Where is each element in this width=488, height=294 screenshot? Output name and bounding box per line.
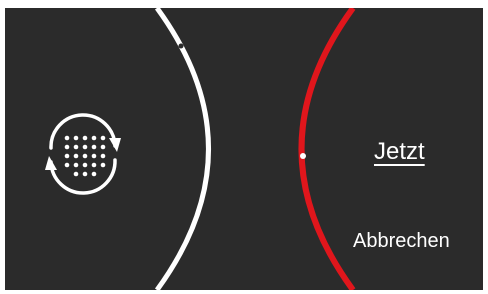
left-arc-marker [178, 43, 184, 49]
cancel-button[interactable]: Abbrechen [353, 230, 450, 253]
dialog-screen: Jetzt Abbrechen [5, 8, 483, 290]
left-dial-arc [154, 8, 211, 290]
right-dial-arc [298, 8, 356, 290]
right-arc-marker [300, 153, 306, 159]
sync-matrix-icon [45, 113, 121, 195]
now-button[interactable]: Jetzt [374, 138, 425, 166]
